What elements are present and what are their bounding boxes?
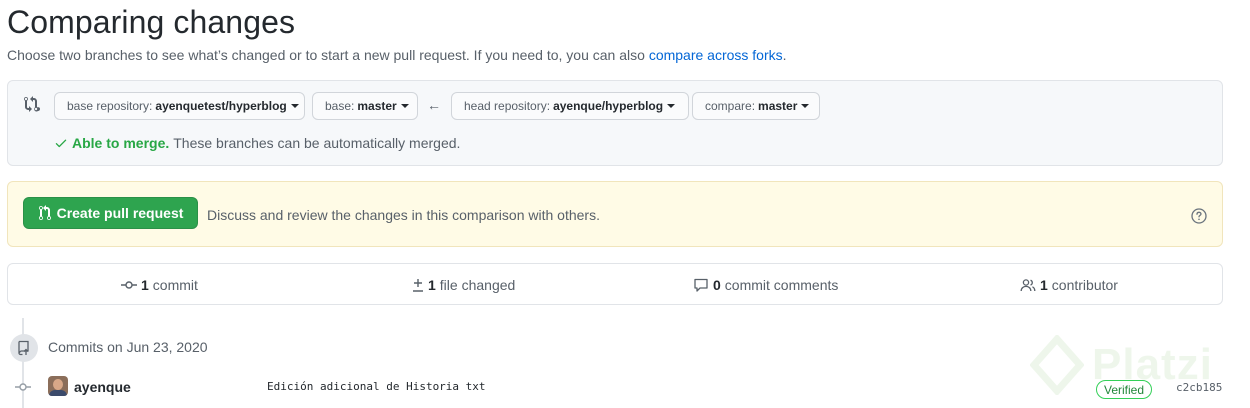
compare-branch-select[interactable]: compare: master: [692, 92, 820, 120]
commit-author-link[interactable]: ayenque: [74, 379, 131, 395]
compare-across-forks-link[interactable]: compare across forks: [649, 47, 783, 63]
diff-icon: [413, 279, 423, 292]
comments-count: 0: [713, 277, 721, 293]
commits-date-heading: Commits on Jun 23, 2020: [48, 339, 208, 355]
base-branch-value: master: [357, 99, 397, 113]
subtitle-end: .: [782, 47, 787, 63]
contributors-stat[interactable]: 1 contributor: [1020, 277, 1118, 293]
merge-status-text: These branches can be automatically merg…: [173, 135, 461, 151]
commits-stat[interactable]: 1 commit: [121, 277, 198, 293]
create-pull-request-label: Create pull request: [56, 205, 184, 221]
platzi-watermark: Platzi: [1030, 335, 1213, 395]
compare-branch-label: compare:: [705, 99, 756, 113]
caret-down-icon: [667, 104, 676, 108]
comment-icon: [694, 278, 708, 292]
commits-badge: [10, 334, 38, 362]
files-changed-stat[interactable]: 1 file changed: [412, 277, 515, 293]
head-repository-value: ayenque/hyperblog: [553, 99, 664, 113]
pull-request-icon: [38, 205, 51, 220]
compare-arrows-icon: [24, 96, 40, 112]
caret-down-icon: [290, 104, 299, 108]
merge-ok-label: Able to merge.: [72, 135, 170, 151]
commit-comments-stat[interactable]: 0 commit comments: [693, 277, 838, 293]
commit-message-link[interactable]: Edición adicional de Historia txt: [267, 380, 486, 393]
question-icon[interactable]: [1191, 208, 1207, 224]
range-editor: base repository: ayenquetest/hyperblog ba…: [7, 80, 1223, 166]
contributors-label: contributor: [1051, 277, 1118, 293]
watermark-text: Platzi: [1092, 340, 1213, 389]
contributors-count: 1: [1040, 277, 1048, 293]
repo-push-icon: [18, 340, 29, 356]
create-pr-panel: Create pull request Discuss and review t…: [7, 181, 1223, 247]
caret-down-icon: [400, 104, 409, 108]
platzi-logo-icon: [1030, 335, 1084, 395]
create-pr-description: Discuss and review the changes in this c…: [207, 207, 600, 223]
head-repository-label: head repository:: [464, 99, 551, 113]
check-icon: [55, 139, 67, 148]
commits-label: commit: [152, 277, 198, 293]
base-branch-select[interactable]: base: master: [312, 92, 418, 120]
commits-count: 1: [141, 277, 149, 293]
commit-icon: [15, 383, 31, 391]
commit-icon: [121, 281, 137, 289]
subtitle-text: Choose two branches to see what’s change…: [7, 47, 645, 63]
compare-branch-value: master: [758, 99, 798, 113]
base-repository-value: ayenquetest/hyperblog: [155, 99, 287, 113]
base-repository-label: base repository:: [67, 99, 153, 113]
comments-label: commit comments: [724, 277, 839, 293]
files-label: file changed: [439, 277, 516, 293]
page-title: Comparing changes: [7, 4, 296, 40]
avatar[interactable]: [48, 376, 68, 396]
commit-timeline: [22, 318, 24, 408]
page-subtitle: Choose two branches to see what’s change…: [7, 47, 787, 63]
arrow-left-icon: ←: [427, 97, 441, 113]
people-icon: [1020, 279, 1036, 292]
base-branch-label: base:: [325, 99, 355, 113]
head-repository-select[interactable]: head repository: ayenque/hyperblog: [451, 92, 689, 120]
caret-down-icon: [801, 104, 810, 108]
merge-status: Able to merge. These branches can be aut…: [54, 135, 460, 151]
base-repository-select[interactable]: base repository: ayenquetest/hyperblog: [54, 92, 305, 120]
files-count: 1: [428, 277, 436, 293]
create-pull-request-button[interactable]: Create pull request: [23, 197, 198, 229]
comparison-summary: 1 commit 1 file changed 0 commit comments 1…: [7, 263, 1223, 305]
